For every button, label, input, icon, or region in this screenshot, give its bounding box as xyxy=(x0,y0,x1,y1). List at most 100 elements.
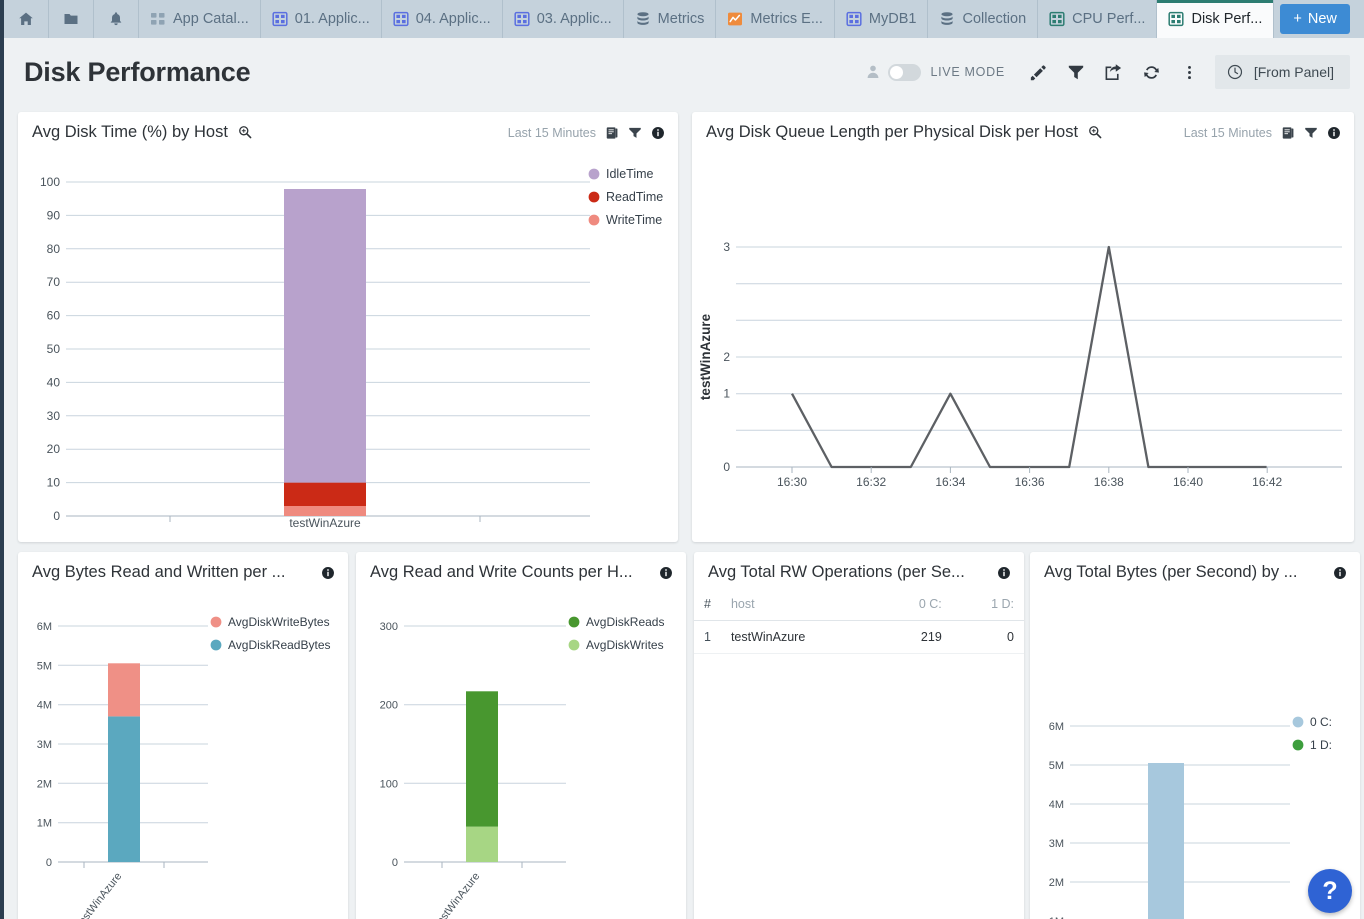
legend-label-avgdiskreads[interactable]: AvgDiskReads xyxy=(586,615,664,629)
panel-info-button[interactable] xyxy=(651,126,665,140)
table-row[interactable]: 1 testWinAzure 219 0 xyxy=(694,620,1024,654)
panel-info-button[interactable] xyxy=(659,566,673,580)
more-options-button[interactable] xyxy=(1171,55,1209,89)
legend-label-writetime[interactable]: WriteTime xyxy=(606,213,662,227)
stacked-bar-testwinazure[interactable] xyxy=(284,189,366,516)
share-button[interactable] xyxy=(1095,55,1133,89)
tab-alerts[interactable] xyxy=(94,0,139,38)
chart-avg-total-bytes: 6M 5M 4M 3M 2M 1M 0 xyxy=(1030,584,1360,919)
svg-text:1: 1 xyxy=(723,387,730,401)
toggle-knob xyxy=(890,65,904,79)
col-c-drive[interactable]: 0 C: xyxy=(879,590,952,621)
tab-cpu-performance[interactable]: CPU Perf... xyxy=(1038,0,1158,38)
x-axis-tick-label: testWinAzure xyxy=(289,516,361,530)
bar-segment-avgdiskwritebytes[interactable] xyxy=(108,663,140,717)
legend-label-readtime[interactable]: ReadTime xyxy=(606,190,663,204)
chart-orange-icon xyxy=(728,12,743,26)
magnifier-icon[interactable] xyxy=(238,125,252,139)
bar-segment-writetime[interactable] xyxy=(284,506,366,516)
tab-folder[interactable] xyxy=(49,0,94,38)
bar-segment-avgdiskreadbytes[interactable] xyxy=(108,716,140,862)
col-index[interactable]: # xyxy=(694,590,721,621)
new-button[interactable]: + New xyxy=(1280,4,1350,34)
tab-label: App Catal... xyxy=(173,11,249,27)
bar-segment-readtime[interactable] xyxy=(284,482,366,506)
svg-text:6M: 6M xyxy=(37,621,52,633)
panel-info-button[interactable] xyxy=(997,566,1011,580)
panel-info-button[interactable] xyxy=(1327,126,1341,140)
question-mark-icon: ? xyxy=(1322,876,1338,905)
tab-metrics[interactable]: Metrics xyxy=(624,0,717,38)
help-button[interactable]: ? xyxy=(1308,869,1352,913)
panel-title-text: Avg Disk Time (%) by Host xyxy=(32,123,228,141)
tab-label: 04. Applic... xyxy=(415,11,491,27)
panel-actions xyxy=(997,566,1011,580)
tab-disk-performance[interactable]: Disk Perf... xyxy=(1157,0,1275,38)
legend-swatch-avgdiskwritebytes xyxy=(210,616,222,628)
bar-segment-c-drive[interactable] xyxy=(1148,763,1184,919)
panel-info-button[interactable] xyxy=(321,566,335,580)
svg-text:200: 200 xyxy=(380,700,398,712)
col-d-drive[interactable]: 1 D: xyxy=(951,590,1024,621)
tab-metrics-explorer[interactable]: Metrics E... xyxy=(716,0,835,38)
page-header: Disk Performance LIVE MODE [From Panel] xyxy=(4,38,1364,106)
panel-title: Avg Disk Queue Length per Physical Disk … xyxy=(706,123,1102,142)
grid-apps-icon xyxy=(151,13,165,25)
col-host[interactable]: host xyxy=(720,590,880,621)
panel-legend-button[interactable] xyxy=(1281,126,1295,140)
bar-segment-avgdiskwrites[interactable] xyxy=(466,826,498,862)
time-range-selector[interactable]: [From Panel] xyxy=(1214,55,1350,89)
legend-swatch-avgdiskreadbytes xyxy=(210,639,222,651)
panel-actions: Last 15 Minutes xyxy=(1184,126,1341,140)
legend-label-avgdiskwritebytes[interactable]: AvgDiskWriteBytes xyxy=(228,615,330,629)
tab-04-application[interactable]: 04. Applic... xyxy=(382,0,503,38)
tab-collection[interactable]: Collection xyxy=(928,0,1039,38)
live-mode-toggle[interactable] xyxy=(888,63,922,81)
tab-home[interactable] xyxy=(4,0,49,38)
tab-01-application[interactable]: 01. Applic... xyxy=(261,0,382,38)
panel-actions xyxy=(1333,566,1347,580)
time-range-label: [From Panel] xyxy=(1253,64,1334,80)
panel-actions xyxy=(321,566,335,580)
panel-filter-button[interactable] xyxy=(628,126,642,140)
panel-legend-button[interactable] xyxy=(605,126,619,140)
y-axis-tick-labels: 6M 5M 4M 3M 2M 1M 0 xyxy=(1049,721,1064,919)
svg-text:20: 20 xyxy=(47,442,61,456)
svg-text:100: 100 xyxy=(40,175,60,189)
panel-actions xyxy=(659,566,673,580)
filter-button[interactable] xyxy=(1057,55,1095,89)
refresh-button[interactable] xyxy=(1133,55,1171,89)
panel-filter-button[interactable] xyxy=(1304,126,1318,140)
stacked-bar-testwinazure[interactable] xyxy=(1148,763,1184,919)
panel-title-text: Avg Disk Queue Length per Physical Disk … xyxy=(706,123,1079,141)
legend-label-avgdiskreadbytes[interactable]: AvgDiskReadBytes xyxy=(228,638,331,652)
bar-chart-rw-counts: 300 100 200 0 testWinAzure AvgDiskReads … xyxy=(380,615,665,919)
stacked-bar-testwinazure[interactable] xyxy=(108,663,140,862)
tab-app-catalog[interactable]: App Catal... xyxy=(139,0,261,38)
svg-text:16:38: 16:38 xyxy=(1094,475,1124,489)
svg-text:100: 100 xyxy=(380,778,398,790)
bar-segment-avgdiskreads[interactable] xyxy=(466,691,498,827)
bar-segment-idletime[interactable] xyxy=(284,189,366,483)
tab-mydb1[interactable]: MyDB1 xyxy=(835,0,929,38)
legend-label-c-drive[interactable]: 0 C: xyxy=(1310,715,1332,729)
cell-d-drive: 0 xyxy=(951,620,1024,654)
panel-info-button[interactable] xyxy=(1333,566,1347,580)
y-axis-label: testWinAzure xyxy=(698,313,713,400)
svg-text:40: 40 xyxy=(47,375,61,389)
book-icon xyxy=(1282,126,1294,139)
dashboard-icon xyxy=(393,11,409,27)
bar-chart-disk-time: 100 90 80 70 60 50 40 30 20 10 0 testWin… xyxy=(40,167,663,536)
legend-label-avgdiskwrites[interactable]: AvgDiskWrites xyxy=(586,638,664,652)
tab-03-application[interactable]: 03. Applic... xyxy=(503,0,624,38)
edit-button[interactable] xyxy=(1019,55,1057,89)
stacked-bar-testwinazure[interactable] xyxy=(466,691,498,862)
chart-legend: AvgDiskReads AvgDiskWrites xyxy=(568,615,664,652)
edit-pencil-icon xyxy=(1031,64,1047,80)
legend-label-d-drive[interactable]: 1 D: xyxy=(1310,738,1332,752)
table-head: # host 0 C: 1 D: xyxy=(694,590,1024,621)
legend-label-idletime[interactable]: IdleTime xyxy=(606,167,654,181)
tab-label: Metrics E... xyxy=(750,11,823,27)
info-icon xyxy=(1334,566,1346,579)
magnifier-icon[interactable] xyxy=(1088,125,1102,139)
